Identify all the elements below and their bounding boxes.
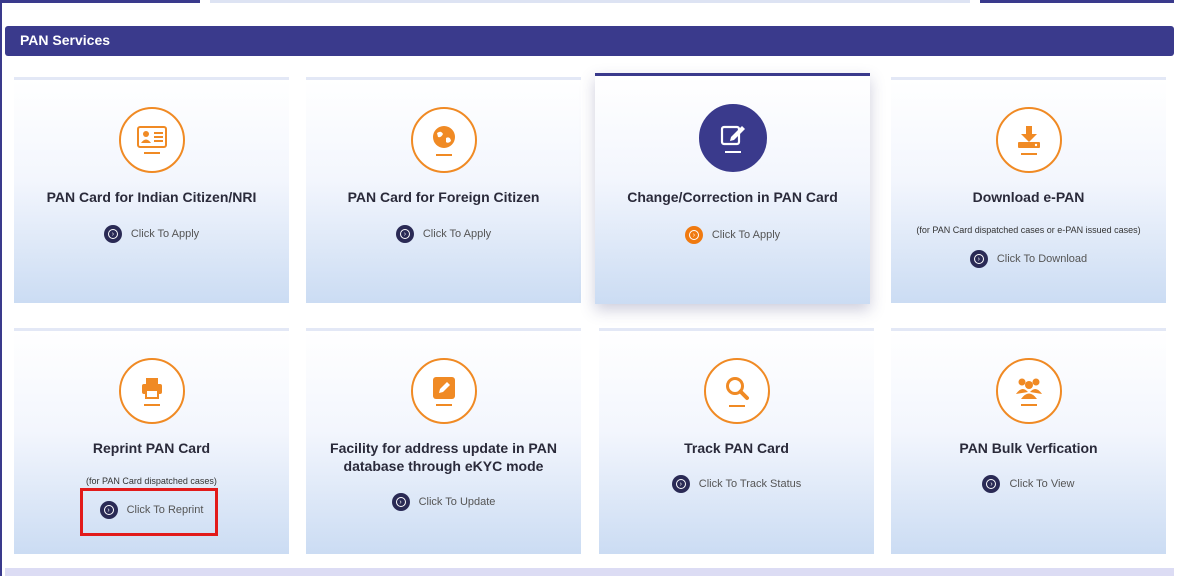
download-icon: [995, 107, 1062, 173]
action-label: Click To Apply: [130, 228, 200, 240]
card-track-pan: Track PAN Card › Click To Track Status: [599, 328, 874, 554]
arrow-circle-icon: ›: [969, 250, 988, 268]
apply-button[interactable]: › Click To Apply: [595, 226, 870, 244]
pencil-icon: [410, 358, 477, 424]
arrow-circle-icon: ›: [982, 475, 1001, 493]
bottom-strip: [5, 568, 1174, 576]
action-label: Click To Download: [996, 253, 1088, 265]
action-label: Click To View: [1009, 478, 1075, 490]
apply-button[interactable]: › Click To Apply: [14, 225, 289, 243]
card-change-correction: Change/Correction in PAN Card › Click To…: [595, 73, 870, 304]
card-title: PAN Card for Foreign Citizen: [347, 189, 540, 205]
action-label: Click To Update: [418, 496, 496, 508]
card-foreign-citizen: PAN Card for Foreign Citizen › Click To …: [306, 77, 581, 303]
card-title: PAN Bulk Verfication: [959, 440, 1098, 456]
top-nav-segment: [980, 0, 1174, 3]
download-button[interactable]: › Click To Download: [891, 250, 1166, 268]
printer-icon: [118, 358, 185, 424]
action-label: Click To Apply: [711, 229, 781, 241]
users-icon: [995, 358, 1062, 424]
edit-icon: [698, 104, 767, 172]
section-title: PAN Services: [20, 32, 111, 48]
id-card-icon: [118, 107, 185, 173]
card-indian-citizen: PAN Card for Indian Citizen/NRI › Click …: [14, 77, 289, 303]
section-header: PAN Services: [5, 26, 1174, 56]
search-icon: [703, 358, 770, 424]
globe-icon: [410, 107, 477, 173]
arrow-circle-icon: ›: [391, 493, 410, 511]
card-title: Track PAN Card: [684, 440, 789, 456]
arrow-circle-icon: ›: [395, 225, 414, 243]
card-title: Reprint PAN Card: [92, 440, 211, 456]
top-nav-segment: [0, 0, 200, 3]
card-title: Download e-PAN: [972, 189, 1085, 205]
card-download-epan: Download e-PAN (for PAN Card dispatched …: [891, 77, 1166, 303]
highlight-box: [80, 488, 218, 536]
arrow-circle-icon: ›: [103, 225, 122, 243]
update-button[interactable]: › Click To Update: [306, 493, 581, 511]
arrow-circle-icon: ›: [684, 226, 703, 244]
view-button[interactable]: › Click To View: [891, 475, 1166, 493]
top-nav-strip: [0, 0, 1178, 4]
track-status-button[interactable]: › Click To Track Status: [599, 475, 874, 493]
card-title: Change/Correction in PAN Card: [627, 189, 838, 205]
card-bulk-verification: PAN Bulk Verfication › Click To View: [891, 328, 1166, 554]
apply-button[interactable]: › Click To Apply: [306, 225, 581, 243]
arrow-circle-icon: ›: [671, 475, 690, 493]
top-nav-segment: [210, 0, 970, 3]
card-note: (for PAN Card dispatched cases): [86, 476, 217, 486]
left-border: [0, 0, 2, 576]
action-label: Click To Track Status: [698, 478, 802, 490]
card-title: Facility for address update in PAN datab…: [330, 440, 557, 474]
card-address-update: Facility for address update in PAN datab…: [306, 328, 581, 554]
action-label: Click To Apply: [422, 228, 492, 240]
card-note: (for PAN Card dispatched cases or e-PAN …: [916, 225, 1141, 235]
card-title: PAN Card for Indian Citizen/NRI: [46, 189, 257, 205]
